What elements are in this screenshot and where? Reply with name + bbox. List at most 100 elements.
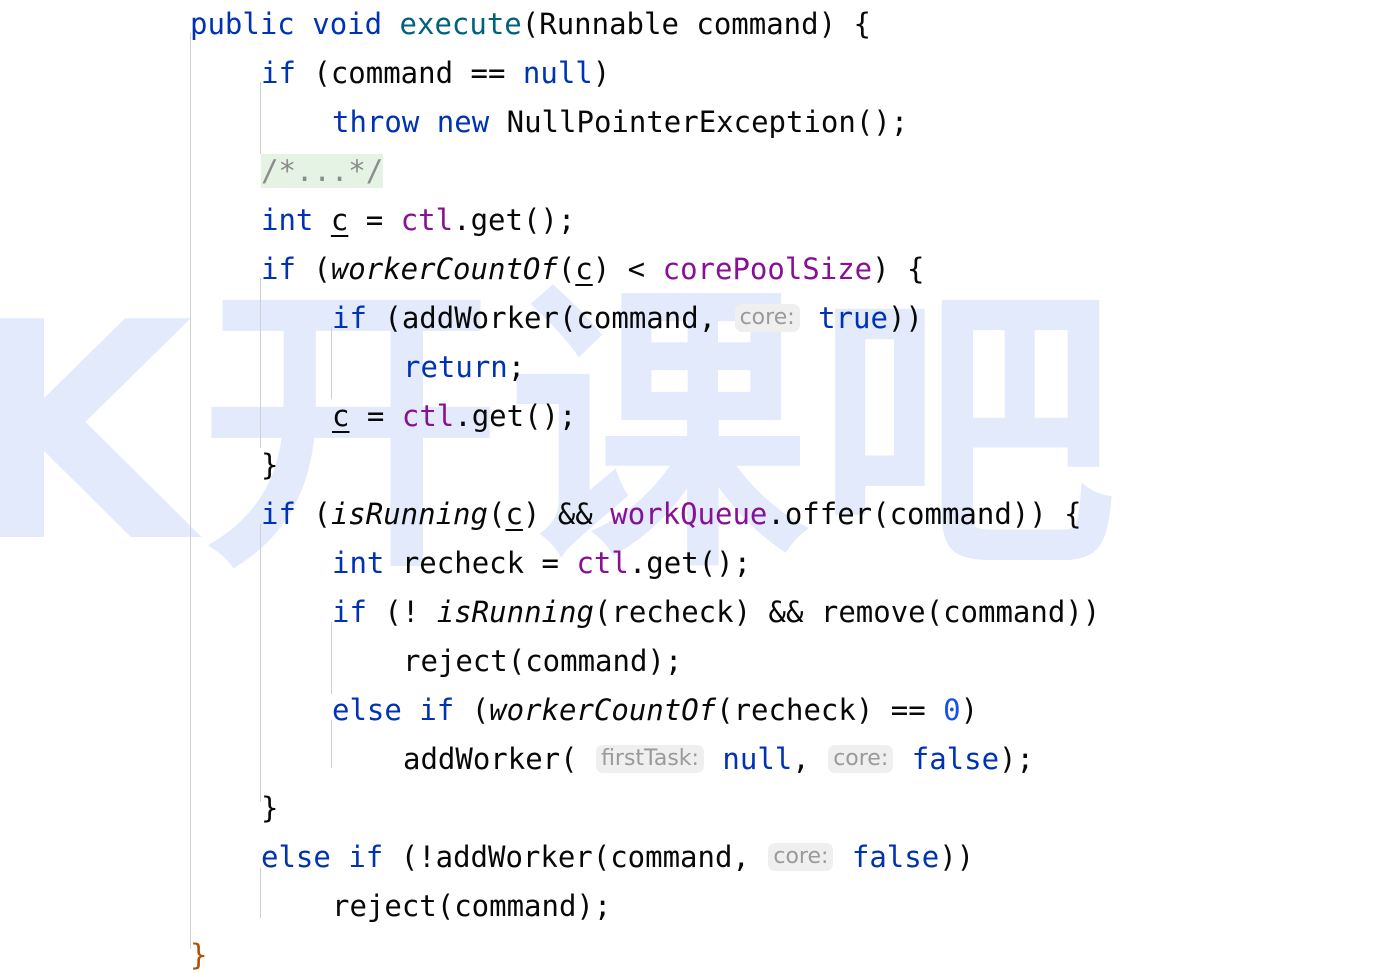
code-token: c (330, 203, 349, 237)
code-token: if (261, 497, 296, 531)
code-line[interactable]: if (! isRunning(recheck) && remove(comma… (0, 588, 1393, 637)
code-token: isRunning (330, 497, 488, 531)
inlay-parameter-hint[interactable]: core: (768, 843, 834, 871)
code-line[interactable]: c = ctl.get(); (0, 392, 1393, 441)
code-token: throw (332, 105, 420, 139)
code-token: (); (855, 105, 909, 139)
code-line-text: } (0, 441, 278, 490)
code-line-text: addWorker( firstTask: null, core: false)… (0, 735, 1034, 784)
code-line[interactable]: if (command == null) (0, 49, 1393, 98)
code-line[interactable]: if (isRunning(c) && workQueue.offer(comm… (0, 490, 1393, 539)
code-line[interactable]: /*...*/ (0, 147, 1393, 196)
code-token: ( (454, 693, 490, 727)
code-line[interactable]: reject(command); (0, 882, 1393, 931)
code-token: ) (592, 56, 611, 90)
code-line[interactable]: int recheck = ctl.get(); (0, 539, 1393, 588)
code-token: if (419, 693, 455, 727)
code-token: ctl (401, 399, 455, 433)
code-line-text: } (0, 784, 278, 833)
code-token: ctl (576, 546, 629, 580)
code-token: c (505, 497, 523, 531)
code-line[interactable]: if (workerCountOf(c) < corePoolSize) { (0, 245, 1393, 294)
code-line-text: reject(command); (0, 882, 611, 931)
code-line[interactable]: int c = ctl.get(); (0, 196, 1393, 245)
code-line[interactable]: } (0, 441, 1393, 490)
code-token: (!addWorker(command, (383, 840, 768, 874)
inlay-parameter-hint[interactable]: firstTask: (596, 745, 704, 773)
code-token: null (722, 742, 793, 776)
code-token: .get(); (628, 546, 752, 580)
code-token: new (436, 105, 490, 139)
code-token: if (261, 56, 296, 90)
code-token: workerCountOf (489, 693, 717, 727)
code-token: reject(command); (332, 889, 612, 923)
code-line-text: int recheck = ctl.get(); (0, 539, 751, 588)
code-token: int (332, 546, 385, 580)
code-line[interactable]: public void execute(Runnable command) { (0, 0, 1393, 49)
code-token: (recheck) == (716, 693, 944, 727)
code-token: )) (887, 301, 923, 335)
code-token: ) && (522, 497, 611, 531)
code-line[interactable]: if (addWorker(command, core: true)) (0, 294, 1393, 343)
code-token: ; (507, 350, 526, 384)
inlay-parameter-hint[interactable]: core: (734, 304, 800, 332)
code-line-text: c = ctl.get(); (0, 392, 576, 441)
code-line-text: else if (workerCountOf(recheck) == 0) (0, 686, 978, 735)
code-token: 0 (943, 693, 961, 727)
code-token: workQueue (610, 497, 768, 531)
code-line[interactable]: } (0, 931, 1393, 973)
code-token: if (348, 840, 384, 874)
code-token: (! (366, 595, 437, 629)
code-token: null (522, 56, 593, 90)
code-token: true (818, 301, 888, 335)
code-token: if (332, 595, 367, 629)
code-token: ); (999, 742, 1034, 776)
code-token: NullPointerException (506, 105, 856, 139)
code-token: recheck = (384, 546, 577, 580)
code-token: (addWorker(command, (366, 301, 734, 335)
code-token: else (261, 840, 331, 874)
code-token: } (190, 938, 208, 972)
code-line-text: if (! isRunning(recheck) && remove(comma… (0, 588, 1100, 637)
code-token: command) { (678, 7, 871, 41)
code-token: workerCountOf (330, 252, 558, 286)
code-token: } (261, 448, 279, 482)
code-token: public (190, 7, 295, 41)
code-token: = (348, 203, 401, 237)
code-line-text: return; (0, 343, 525, 392)
folded-comment[interactable]: /*...*/ (261, 154, 384, 188)
code-line[interactable]: else if (workerCountOf(recheck) == 0) (0, 686, 1393, 735)
code-token: false (851, 840, 940, 874)
code-token: ) { (872, 252, 925, 286)
inlay-parameter-hint[interactable]: core: (828, 745, 894, 773)
code-line-text: else if (!addWorker(command, core: false… (0, 833, 974, 882)
code-token: ctl (400, 203, 454, 237)
code-line-text: reject(command); (0, 637, 682, 686)
code-line-text: if (workerCountOf(c) < corePoolSize) { (0, 245, 925, 294)
code-line[interactable]: } (0, 784, 1393, 833)
code-line[interactable]: throw new NullPointerException(); (0, 98, 1393, 147)
code-line-text: throw new NullPointerException(); (0, 98, 908, 147)
code-token: } (261, 791, 279, 825)
code-line[interactable]: else if (!addWorker(command, core: false… (0, 833, 1393, 882)
code-content[interactable]: public void execute(Runnable command) {i… (0, 0, 1393, 973)
code-token: addWorker( (403, 742, 596, 776)
code-token: ( (487, 497, 506, 531)
code-line[interactable]: addWorker( firstTask: null, core: false)… (0, 735, 1393, 784)
code-token: .get(); (453, 203, 576, 237)
code-line-text: if (command == null) (0, 49, 610, 98)
code-token: ( (295, 497, 331, 531)
code-token: .get(); (454, 399, 577, 433)
code-editor[interactable]: K开课吧 public void execute(Runnable comman… (0, 0, 1393, 973)
code-line[interactable]: reject(command); (0, 637, 1393, 686)
code-token: if (332, 301, 367, 335)
code-token: false (911, 742, 1000, 776)
code-line[interactable]: return; (0, 343, 1393, 392)
code-token: ( (295, 252, 331, 286)
